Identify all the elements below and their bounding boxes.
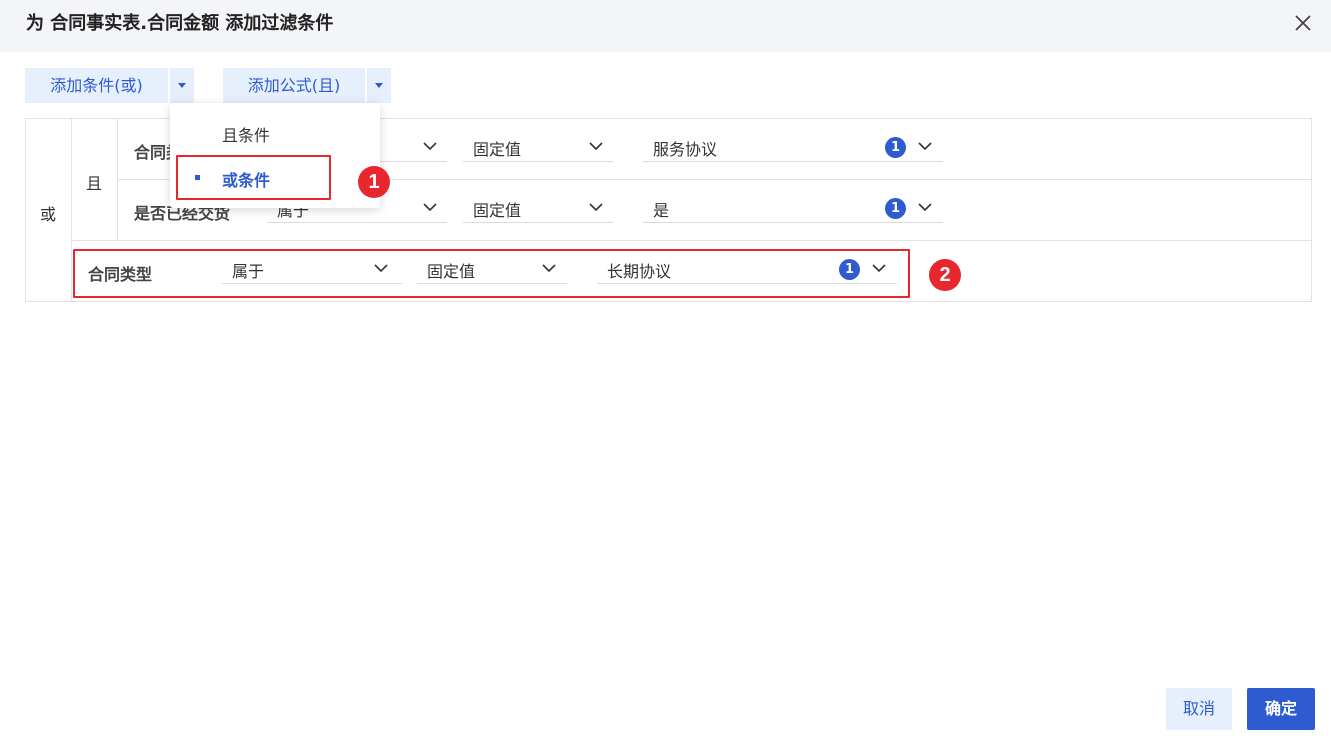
- chevron-down-icon: [918, 203, 932, 212]
- add-condition-dropdown-toggle[interactable]: [170, 68, 194, 103]
- condition-value: 是: [653, 201, 670, 220]
- and-group-column: 且: [72, 119, 118, 241]
- add-formula-button[interactable]: 添加公式(且): [223, 68, 365, 103]
- menu-item-label: 且条件: [222, 126, 271, 145]
- or-group-label: 或: [40, 205, 57, 224]
- condition-value: 长期协议: [607, 262, 672, 281]
- chevron-down-icon: [374, 264, 388, 273]
- chevron-down-icon: [589, 203, 603, 212]
- condition-row-3-value-type-select[interactable]: 固定值: [417, 254, 567, 284]
- annotation-marker-1: 1: [358, 166, 390, 198]
- chevron-down-icon: [542, 264, 556, 273]
- condition-row-3-operator-select[interactable]: 属于: [222, 254, 402, 284]
- add-condition-dropdown-menu: 且条件 或条件: [170, 103, 380, 208]
- add-formula-split-button: 添加公式(且): [223, 68, 391, 103]
- condition-row-2-value-select[interactable]: 是 1: [643, 193, 943, 223]
- selected-count-badge: 1: [885, 137, 906, 158]
- value-type-value: 固定值: [473, 201, 522, 220]
- dialog-header: 为 合同事实表.合同金额 添加过滤条件: [0, 0, 1331, 52]
- selected-bullet-icon: [195, 175, 200, 180]
- caret-down-icon: [375, 83, 383, 88]
- confirm-button[interactable]: 确定: [1247, 688, 1315, 730]
- condition-row-1-value-type-select[interactable]: 固定值: [463, 132, 613, 162]
- condition-row-1-value-select[interactable]: 服务协议 1: [643, 132, 943, 162]
- menu-item-and-condition[interactable]: 且条件: [170, 114, 380, 150]
- or-group-column: 或: [26, 119, 72, 301]
- condition-row-3-field: 合同类型: [88, 265, 153, 284]
- selected-count-badge: 1: [839, 259, 860, 280]
- add-formula-dropdown-toggle[interactable]: [367, 68, 391, 103]
- cancel-button[interactable]: 取消: [1166, 688, 1232, 730]
- menu-item-or-condition[interactable]: 或条件: [170, 159, 380, 195]
- condition-row-2-value-type-select[interactable]: 固定值: [463, 193, 613, 223]
- annotation-marker-2: 2: [929, 259, 961, 291]
- chevron-down-icon: [589, 142, 603, 151]
- value-type-value: 固定值: [473, 140, 522, 159]
- value-type-value: 固定值: [427, 262, 476, 281]
- chevron-down-icon: [423, 142, 437, 151]
- operator-value: 属于: [232, 262, 265, 281]
- and-group-label: 且: [86, 174, 103, 193]
- close-icon[interactable]: [1292, 12, 1314, 34]
- row-divider: [72, 240, 1311, 241]
- add-condition-button[interactable]: 添加条件(或): [25, 68, 168, 103]
- chevron-down-icon: [918, 142, 932, 151]
- condition-value: 服务协议: [653, 140, 718, 159]
- add-condition-split-button: 添加条件(或): [25, 68, 194, 103]
- menu-item-label: 或条件: [222, 171, 271, 190]
- dialog-title: 为 合同事实表.合同金额 添加过滤条件: [26, 13, 334, 34]
- selected-count-badge: 1: [885, 198, 906, 219]
- caret-down-icon: [178, 83, 186, 88]
- condition-row-3-value-select[interactable]: 长期协议 1: [597, 254, 897, 284]
- chevron-down-icon: [872, 264, 886, 273]
- chevron-down-icon: [423, 203, 437, 212]
